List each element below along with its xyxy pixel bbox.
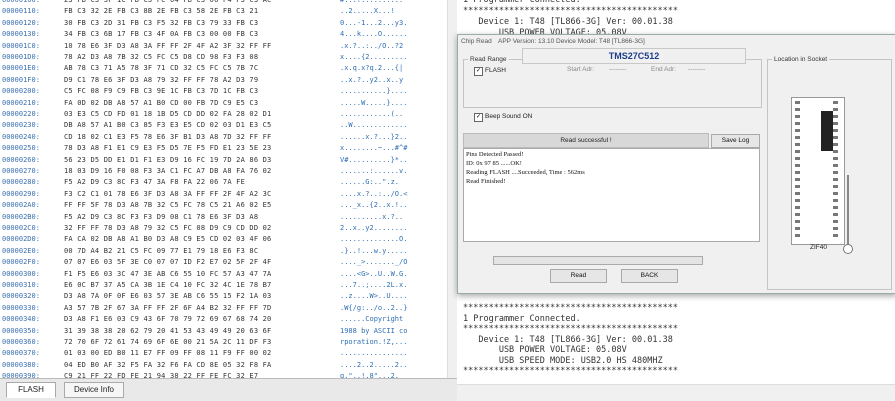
read-button[interactable]: Read bbox=[550, 269, 607, 283]
dialog-title-bar: Chip Read APP Version: 13.10 Device Mode… bbox=[458, 35, 895, 48]
socket-pin bbox=[833, 178, 838, 181]
log-line: ****************************************… bbox=[463, 6, 678, 16]
socket-pin bbox=[795, 171, 800, 174]
log-line: ****************************************… bbox=[463, 324, 678, 334]
flash-checkbox[interactable]: ✓ bbox=[474, 67, 483, 76]
socket-pin bbox=[795, 122, 800, 125]
output-line: Read Finished! bbox=[466, 178, 506, 185]
socket-pin bbox=[795, 143, 800, 146]
socket-pin bbox=[833, 143, 838, 146]
log-line: ****************************************… bbox=[463, 303, 678, 313]
log-line: Device 1: T48 [TL866-3G] Ver: 00.01.38 bbox=[463, 17, 673, 27]
location-in-socket-legend: Location in Socket bbox=[774, 56, 828, 63]
socket-pin bbox=[833, 185, 838, 188]
socket-pin bbox=[795, 115, 800, 118]
log-line: ****************************************… bbox=[463, 366, 678, 376]
socket-pin bbox=[795, 199, 800, 202]
socket-pin bbox=[795, 220, 800, 223]
beep-sound-label: Beep Sound ON bbox=[485, 113, 533, 120]
read-range-legend: Read Range bbox=[470, 56, 507, 63]
socket-pin bbox=[833, 122, 838, 125]
socket-pin bbox=[795, 136, 800, 139]
socket-pin bbox=[833, 206, 838, 209]
socket-pin bbox=[795, 150, 800, 153]
socket-pin bbox=[833, 213, 838, 216]
socket-pin bbox=[833, 157, 838, 160]
start-address-field[interactable]: -------- bbox=[609, 66, 626, 73]
socket-pin bbox=[795, 185, 800, 188]
progress-bar bbox=[493, 256, 703, 265]
socket-pin bbox=[795, 108, 800, 111]
socket-pin bbox=[795, 129, 800, 132]
log-bottom-bar bbox=[457, 384, 895, 401]
output-line: ID: 0x 97 85 ......OK! bbox=[466, 160, 522, 167]
socket-pin bbox=[795, 157, 800, 160]
socket-lever-knob bbox=[843, 244, 853, 254]
log-line: USB SPEED MODE: USB2.0 HS 480MHZ bbox=[463, 355, 663, 366]
log-line: 1 Programmer Connected. bbox=[463, 313, 581, 324]
hex-bytes: C9 21 FF 22 FD FE 21 94 38 22 FF FE FC 3… bbox=[64, 372, 259, 378]
socket-pin bbox=[795, 164, 800, 167]
log-line: Device 1: T48 [TL866-3G] Ver: 00.01.38 bbox=[463, 334, 673, 345]
end-address-label: End Adr: bbox=[651, 66, 676, 73]
socket-lever bbox=[847, 175, 849, 245]
socket-pin bbox=[833, 227, 838, 230]
socket-pin bbox=[795, 206, 800, 209]
flash-checkbox-label: FLASH bbox=[485, 67, 506, 74]
socket-pin bbox=[795, 227, 800, 230]
hex-buffer-view[interactable]: 00000100: 23 FB C3 3F 1C FB C3 FC 04 FB C… bbox=[0, 0, 447, 378]
socket-pin bbox=[833, 108, 838, 111]
socket-pin bbox=[795, 178, 800, 181]
log-line: USB POWER VOLTAGE: 05.08V bbox=[463, 345, 627, 355]
dialog-title: Chip Read bbox=[461, 38, 492, 45]
app-version-info: APP Version: 13.10 Device Model: T48 [TL… bbox=[498, 38, 645, 45]
socket-pin bbox=[833, 101, 838, 104]
operation-output-box: Pins Detected Passed! ID: 0x 97 85 .....… bbox=[463, 148, 760, 242]
socket-pin bbox=[833, 136, 838, 139]
start-address-label: Start Adr: bbox=[567, 66, 595, 73]
chip-read-dialog: Chip Read APP Version: 13.10 Device Mode… bbox=[457, 34, 895, 294]
socket-pin bbox=[833, 115, 838, 118]
socket-pin bbox=[833, 129, 838, 132]
socket-pin bbox=[833, 150, 838, 153]
socket-pin bbox=[795, 101, 800, 104]
beep-sound-checkbox[interactable]: ✓ bbox=[474, 113, 483, 122]
output-line: Pins Detected Passed! bbox=[466, 151, 524, 158]
socket-pin bbox=[833, 192, 838, 195]
hex-address: 00000390: bbox=[2, 372, 40, 378]
socket-pin bbox=[795, 213, 800, 216]
tab-device-info[interactable]: Device Info bbox=[64, 382, 124, 398]
output-line: Reading FLASH ....Succeeded, Time : 562m… bbox=[466, 169, 585, 176]
chip-in-socket bbox=[821, 111, 833, 151]
socket-pin bbox=[833, 199, 838, 202]
socket-pin bbox=[833, 220, 838, 223]
socket-pin bbox=[833, 164, 838, 167]
tab-flash[interactable]: FLASH bbox=[6, 382, 56, 398]
socket-pin bbox=[795, 192, 800, 195]
buffer-tab-bar: FLASH Device Info bbox=[0, 378, 457, 401]
save-log-button[interactable]: Save Log bbox=[711, 134, 760, 148]
end-address-field[interactable]: -------- bbox=[688, 66, 705, 73]
hex-ascii: g."..!.8"...2. bbox=[340, 372, 400, 378]
chip-name-label: TMS27C512 bbox=[522, 48, 746, 64]
read-status-bar: Read successful ! bbox=[463, 133, 709, 148]
back-button[interactable]: BACK bbox=[621, 269, 678, 283]
zif-socket-label: ZIF40 bbox=[810, 244, 827, 251]
socket-pin bbox=[833, 171, 838, 174]
socket-pin bbox=[833, 234, 838, 237]
socket-pin bbox=[795, 234, 800, 237]
